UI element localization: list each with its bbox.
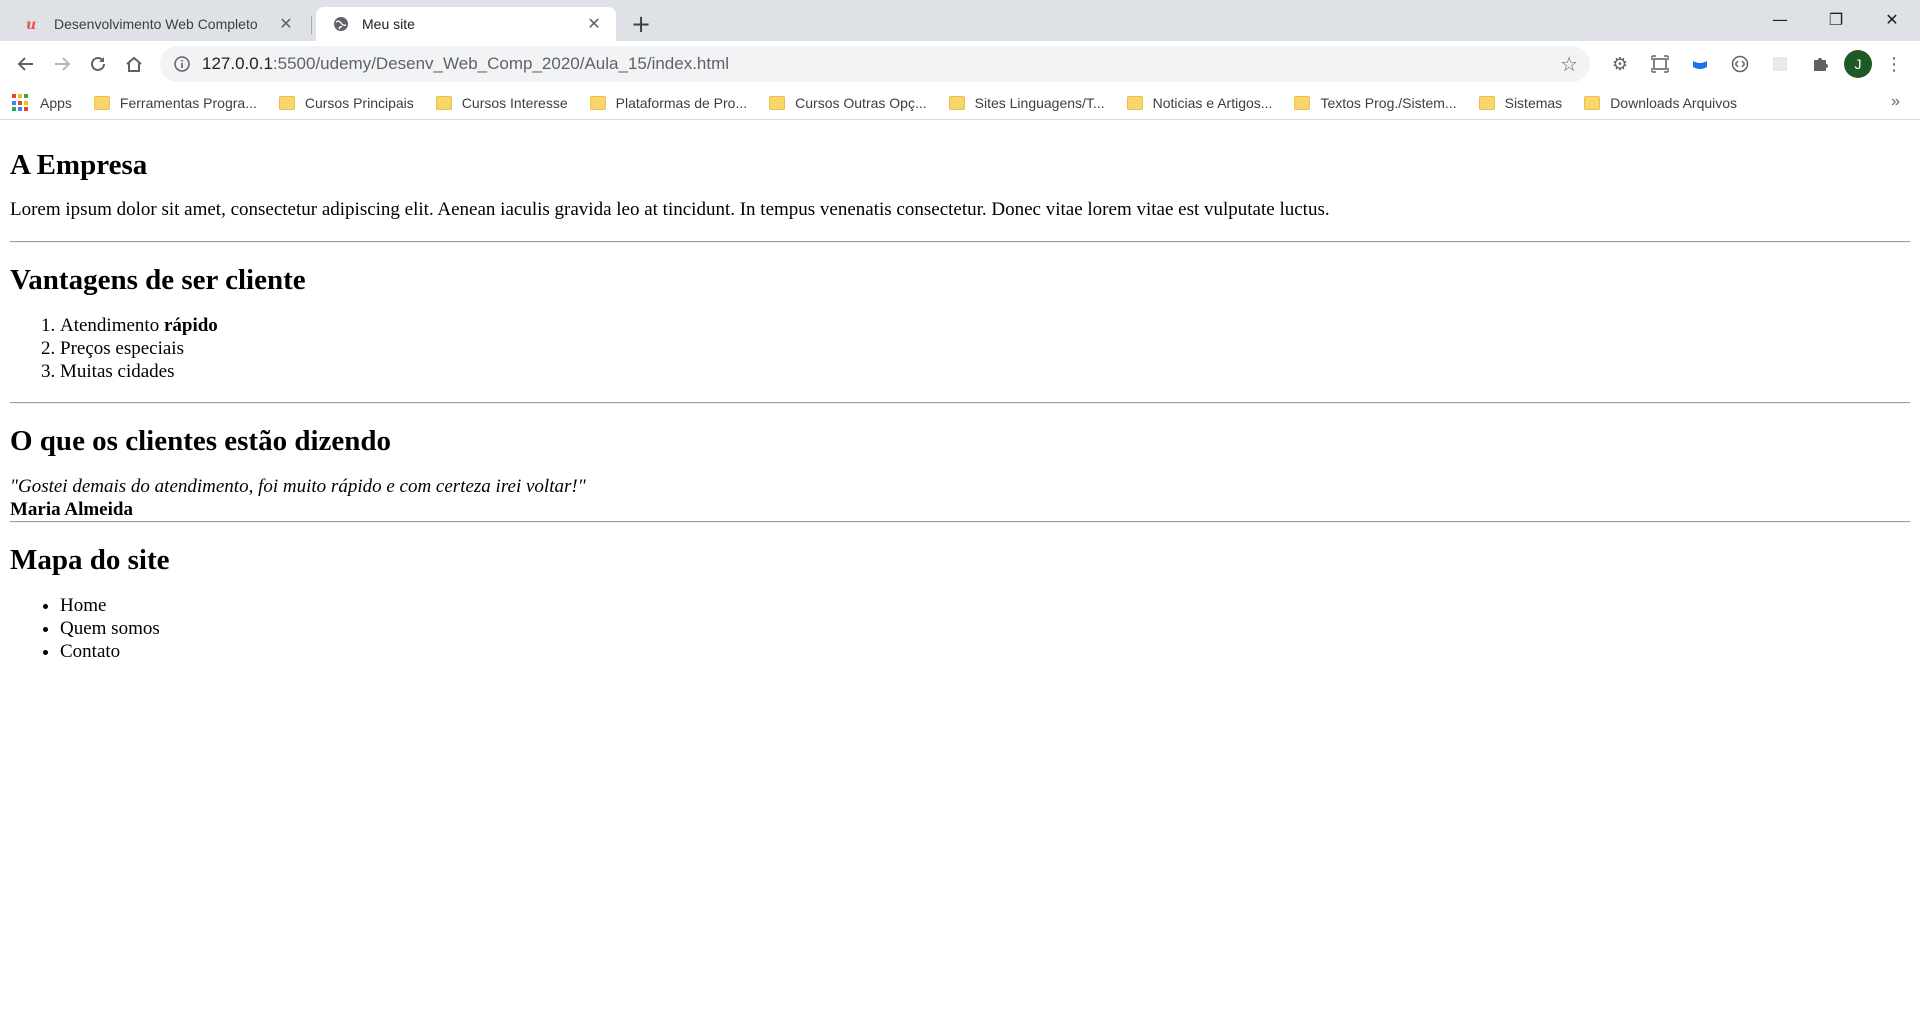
depoimentos-heading: O que os clientes estão dizendo: [10, 425, 392, 457]
reload-button[interactable]: [80, 46, 116, 82]
blue-extension-icon[interactable]: [1682, 46, 1718, 82]
bookmark-folder[interactable]: Sites Linguagens/T...: [948, 95, 1105, 111]
folder-icon: [948, 96, 965, 110]
empresa-text: Lorem ipsum dolor sit amet, consectetur …: [10, 199, 1330, 220]
testimonial-author: Maria Almeida: [10, 499, 133, 520]
list-item: Preços especiais: [60, 337, 1910, 360]
folder-icon: [1294, 96, 1311, 110]
divider: [10, 241, 1910, 243]
tab-udemy[interactable]: u Desenvolvimento Web Completo ✕: [8, 7, 312, 41]
page-content: A Empresa Lorem ipsum dolor sit amet, co…: [0, 120, 1920, 690]
address-bar[interactable]: 127.0.0.1:5500/udemy/Desenv_Web_Comp_202…: [160, 46, 1590, 82]
vantagens-list: Atendimento rápido Preços especiais Muit…: [10, 314, 1910, 383]
close-tab-icon[interactable]: ✕: [276, 14, 296, 34]
tab-strip: u Desenvolvimento Web Completo ✕ Meu sit…: [0, 0, 1920, 41]
folder-icon: [589, 96, 606, 110]
bookmark-folder[interactable]: Sistemas: [1478, 95, 1563, 111]
blank-extension-icon[interactable]: [1762, 46, 1798, 82]
url-path: :5500/udemy/Desenv_Web_Comp_2020/Aula_15…: [272, 54, 730, 73]
folder-icon: [769, 96, 786, 110]
bookmarks-bar: Apps Ferramentas Progra... Cursos Princi…: [0, 87, 1920, 120]
bookmark-label: Textos Prog./Sistem...: [1320, 95, 1457, 111]
empresa-heading: A Empresa: [10, 149, 148, 181]
tab-meu-site[interactable]: Meu site ✕: [316, 7, 616, 41]
vantagens-heading: Vantagens de ser cliente: [10, 264, 306, 296]
home-button[interactable]: [116, 46, 152, 82]
globe-icon: [332, 15, 350, 33]
apps-grid-icon: [12, 94, 30, 112]
minimize-button[interactable]: —: [1752, 0, 1808, 38]
bookmark-label: Cursos Interesse: [461, 95, 568, 111]
extension-gear-icon[interactable]: ⚙: [1602, 46, 1638, 82]
folder-icon: [1126, 96, 1143, 110]
close-tab-icon[interactable]: ✕: [584, 14, 604, 34]
sitemap-item-contato: Contato: [60, 640, 1910, 663]
screenshot-extension-icon[interactable]: [1642, 46, 1678, 82]
mapa-heading: Mapa do site: [10, 544, 170, 576]
bookmark-label: Cursos Outras Opç...: [795, 95, 927, 111]
bookmark-label: Apps: [40, 95, 72, 111]
menu-kebab-icon[interactable]: ⋮: [1876, 46, 1912, 82]
bookmark-label: Ferramentas Progra...: [119, 95, 257, 111]
divider: [10, 402, 1910, 404]
back-arrow-icon: [17, 57, 33, 71]
close-window-button[interactable]: ✕: [1864, 0, 1920, 38]
folder-icon: [278, 96, 295, 110]
bookmark-label: Plataformas de Pro...: [615, 95, 748, 111]
bookmark-folder[interactable]: Downloads Arquivos: [1584, 95, 1737, 111]
item-text: Atendimento: [60, 315, 164, 336]
bookmark-label: Noticias e Artigos...: [1152, 95, 1273, 111]
bookmark-folder[interactable]: Plataformas de Pro...: [589, 95, 748, 111]
puzzle-extensions-icon[interactable]: [1802, 46, 1838, 82]
folder-icon: [435, 96, 452, 110]
tab-title: Desenvolvimento Web Completo: [54, 16, 258, 32]
folder-icon: [1478, 96, 1495, 110]
bookmark-folder[interactable]: Textos Prog./Sistem...: [1294, 95, 1457, 111]
bookmark-star-icon[interactable]: ☆: [1560, 52, 1578, 77]
testimonial-quote: "Gostei demais do atendimento, foi muito…: [10, 476, 586, 497]
forward-arrow-icon: [55, 57, 71, 71]
folder-icon: [1584, 96, 1601, 110]
code-extension-icon[interactable]: [1722, 46, 1758, 82]
bookmark-label: Downloads Arquivos: [1610, 95, 1738, 111]
back-button[interactable]: [8, 46, 44, 82]
bookmark-folder[interactable]: Ferramentas Progra...: [93, 95, 257, 111]
home-icon: [126, 56, 142, 72]
restore-button[interactable]: ❐: [1808, 0, 1864, 38]
tab-title: Meu site: [362, 16, 415, 32]
bookmark-label: Sites Linguagens/T...: [974, 95, 1105, 111]
udemy-favicon-icon: u: [24, 15, 42, 33]
bookmark-label: Sistemas: [1504, 95, 1563, 111]
item-emphasis: rápido: [163, 315, 218, 336]
browser-toolbar: 127.0.0.1:5500/udemy/Desenv_Web_Comp_202…: [0, 41, 1920, 87]
bookmark-folder[interactable]: Cursos Interesse: [435, 95, 568, 111]
forward-button[interactable]: [44, 46, 80, 82]
reload-icon: [91, 56, 105, 71]
window-controls: — ❐ ✕: [1752, 0, 1920, 38]
url-host: 127.0.0.1: [202, 54, 273, 73]
bookmark-folder[interactable]: Noticias e Artigos...: [1126, 95, 1273, 111]
bookmark-folder[interactable]: Cursos Principais: [278, 95, 414, 111]
sitemap-item-quem-somos: Quem somos: [60, 617, 1910, 640]
sitemap-item-home: Home: [60, 594, 1910, 617]
profile-avatar[interactable]: J: [1844, 50, 1872, 78]
more-bookmarks-button[interactable]: »: [1891, 93, 1900, 111]
site-info-icon[interactable]: [172, 54, 192, 74]
bookmark-label: Cursos Principais: [304, 95, 414, 111]
list-item: Muitas cidades: [60, 360, 1910, 383]
bookmark-folder[interactable]: Cursos Outras Opç...: [769, 95, 927, 111]
divider: [10, 521, 1910, 523]
bookmark-apps[interactable]: Apps: [12, 94, 72, 112]
folder-icon: [93, 96, 110, 110]
testimonial: "Gostei demais do atendimento, foi muito…: [10, 475, 1910, 521]
sitemap-list: Home Quem somos Contato: [10, 594, 1910, 663]
svg-text:u: u: [26, 17, 36, 32]
list-item: Atendimento rápido: [60, 314, 1910, 337]
new-tab-button[interactable]: +: [624, 7, 658, 41]
